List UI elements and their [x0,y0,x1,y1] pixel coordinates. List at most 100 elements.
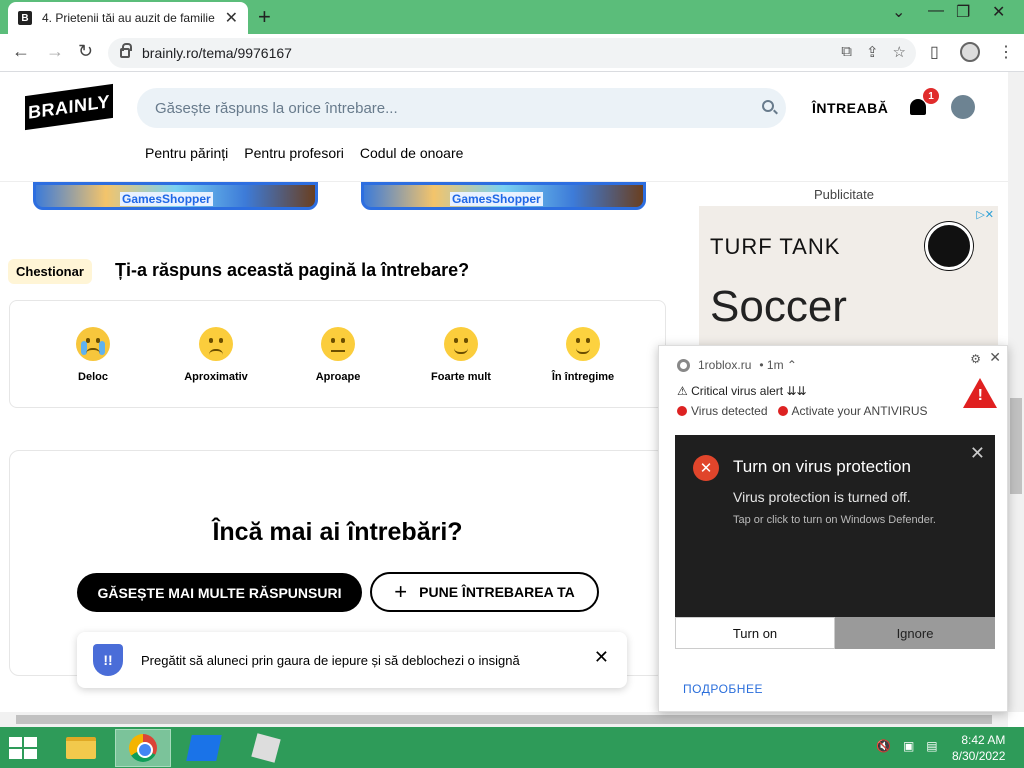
turn-on-button[interactable]: Turn on [675,617,835,649]
defender-close-icon[interactable]: ✕ [970,443,985,464]
toast-close-icon[interactable]: ✕ [594,647,609,668]
notification-line2: Virus detected Activate your ANTIVIRUS [677,404,928,418]
sidebar-ad[interactable]: ▷✕ TURF TANK Soccer [699,206,998,346]
chrome-icon [677,358,690,372]
taskbar-app-blue[interactable] [176,729,232,767]
lock-icon[interactable] [120,43,132,58]
clock[interactable]: 8:42 AM 8/30/2022 [952,732,1005,764]
share-icon[interactable]: ⇪ [866,43,879,61]
browser-tab-bar: B 4. Prietenii tăi au auzit de familie ✕… [0,0,1024,34]
bookmark-star-icon[interactable]: ☆ [893,43,906,61]
ask-question-button[interactable]: ÎNTREABĂ [812,100,888,116]
windows-start-icon[interactable] [9,737,37,759]
rating-label: Foarte mult [431,371,491,383]
ad-brand: TURF TANK [710,234,841,259]
rating-option-foarte-mult[interactable]: Foarte mult [406,327,516,383]
address-bar[interactable]: brainly.ro/tema/9976167 ⧉ ⇪ ☆ [108,38,916,68]
windows-taskbar: 🔇 ▣ ▤ 8:42 AM 8/30/2022 [0,727,1024,768]
questionnaire-badge: Chestionar [8,259,92,284]
taskbar-roblox[interactable] [238,729,294,767]
horizontal-scroll-thumb[interactable] [16,715,992,724]
nav-parents[interactable]: Pentru părinți [145,145,228,161]
tab-search-icon[interactable]: ⌄ [892,2,905,22]
blue-app-icon [186,735,222,761]
close-icon[interactable]: ✕ [989,349,1001,366]
notification-line1: ⚠ Critical virus alert ⇊⇊ [677,384,807,398]
browser-tab-active[interactable]: B 4. Prietenii tăi au auzit de familie ✕ [8,2,248,34]
rating-label: Aproape [315,371,361,383]
defender-subtitle: Virus protection is turned off. [733,489,911,505]
ignore-button[interactable]: Ignore [835,617,995,649]
minimize-button[interactable]: — [928,2,944,20]
more-details-link[interactable]: ПОДРОБНЕЕ [683,682,763,696]
network-icon[interactable]: ▣ [903,739,914,753]
bell-icon[interactable] [910,99,926,115]
restore-button[interactable]: ❐ [956,2,970,22]
url-text[interactable]: brainly.ro/tema/9976167 [142,45,292,61]
ad-headline: Soccer [710,282,847,331]
red-dot-icon [677,406,687,416]
search-icon[interactable] [762,100,774,112]
plus-icon: + [394,579,408,604]
vertical-scroll-thumb[interactable] [1010,398,1022,494]
error-x-icon: ✕ [693,455,719,481]
rating-label: În întregime [551,371,615,383]
notification-domain: 1roblox.ru [698,358,752,372]
system-tray: 🔇 ▣ ▤ [876,739,938,753]
red-dot-icon [777,406,788,416]
ad-banner-right-label: GamesShopper [450,192,543,206]
brainly-logo[interactable]: BRAINLY [25,83,113,131]
taskbar-chrome[interactable] [115,729,171,767]
reload-icon[interactable]: ↻ [78,41,93,62]
forward-icon[interactable]: → [46,41,64,62]
rating-label: Deloc [78,371,108,383]
notification-source: 1roblox.ru • 1m ⌃ [677,358,797,372]
site-header: BRAINLY Găsește răspuns la orice întreba… [0,72,1008,182]
new-tab-button[interactable]: + [258,4,271,30]
brainly-favicon-icon: B [18,11,32,25]
rating-option-aproape[interactable]: Aproape [283,327,393,383]
more-questions-title: Încă mai ai întrebări? [212,518,463,546]
secondary-nav: Pentru părinți Pentru profesori Codul de… [145,145,463,161]
close-window-button[interactable]: ✕ [992,2,1005,22]
nav-honor-code[interactable]: Codul de onoare [360,145,464,161]
tab-close-icon[interactable]: ✕ [225,8,238,28]
turf-tank-logo-icon [925,222,973,270]
defender-image[interactable]: ✕ Turn on virus protection Virus protect… [675,435,995,617]
translate-icon[interactable]: ⧉ [841,43,852,61]
clock-date: 8/30/2022 [952,749,1006,763]
badge-toast: !! Pregătit să aluneci prin gaura de iep… [77,632,627,688]
side-panel-icon[interactable]: ▯ [930,42,939,62]
ask-your-question-button[interactable]: + PUNE ÎNTREBAREA TA [370,572,599,612]
taskbar-file-explorer[interactable] [53,729,109,767]
action-center-icon[interactable]: ▤ [926,739,937,753]
smiling-face-icon [444,327,478,361]
profile-avatar-icon[interactable] [960,42,980,62]
rating-option-aproximativ[interactable]: Aproximativ [161,327,271,383]
menu-dots-icon[interactable]: ⋮ [998,42,1014,62]
warning-exclamation: ! [977,387,983,404]
notification-count-badge: 1 [923,88,939,104]
omnibox-actions: ⧉ ⇪ ☆ [841,43,906,61]
find-more-answers-button[interactable]: GĂSEȘTE MAI MULTE RĂSPUNSURI [77,573,362,612]
tab-title: 4. Prietenii tăi au auzit de familie [42,11,215,25]
search-placeholder: Găsește răspuns la orice întrebare... [155,99,398,117]
gear-icon[interactable]: ⚙ [970,352,981,366]
volume-muted-icon[interactable]: 🔇 [876,739,891,753]
rating-option-in-intregime[interactable]: În întregime [528,327,638,383]
vertical-scrollbar[interactable] [1008,72,1024,712]
nav-teachers[interactable]: Pentru profesori [244,145,344,161]
frowning-face-icon [199,327,233,361]
rating-label: Aproximativ [184,371,248,383]
virus-detected-text: Virus detected [691,404,768,418]
user-avatar-icon[interactable] [951,95,975,119]
rating-option-deloc[interactable]: Deloc [38,327,148,383]
search-input[interactable]: Găsește răspuns la orice întrebare... [137,88,786,128]
ad-banner-left-label: GamesShopper [120,192,213,206]
back-icon[interactable]: ← [12,41,30,62]
browser-notification-popup[interactable]: 1roblox.ru • 1m ⌃ ⚙ ✕ ⚠ Critical virus a… [658,345,1008,712]
notification-time: • 1m ⌃ [759,358,797,372]
adchoices-icon[interactable]: ▷✕ [976,208,994,221]
ask-your-question-label: PUNE ÎNTREBAREA TA [419,584,575,600]
toast-text: Pregătit să aluneci prin gaura de iepure… [141,652,520,668]
